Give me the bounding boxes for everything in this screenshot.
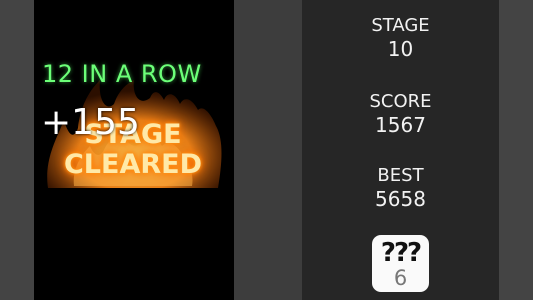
combo-streak-text: 12 IN A ROW [42,60,202,88]
question-marks-icon: ??? [380,238,422,268]
stage-label: STAGE [371,15,430,36]
banner-line-cleared: CLEARED [63,149,202,180]
left-margin [0,0,34,300]
best-label: BEST [377,165,424,186]
score-value: 1567 [375,113,426,137]
right-margin [499,0,533,300]
score-stat: SCORE 1567 [302,91,499,137]
score-label: SCORE [369,91,432,112]
hint-count: 6 [393,266,408,290]
hint-button[interactable]: ??? 6 [372,235,429,292]
center-gap [234,0,302,300]
best-stat: BEST 5658 [302,165,499,211]
stats-panel: STAGE 10 SCORE 1567 BEST 5658 ??? 6 [302,0,499,300]
game-board[interactable]: 12 IN A ROW STAGE CLEARED +155 [34,0,234,300]
stage-stat: STAGE 10 [302,15,499,61]
stage-value: 10 [387,37,414,61]
points-popup: +155 [41,102,140,143]
best-value: 5658 [375,187,426,211]
